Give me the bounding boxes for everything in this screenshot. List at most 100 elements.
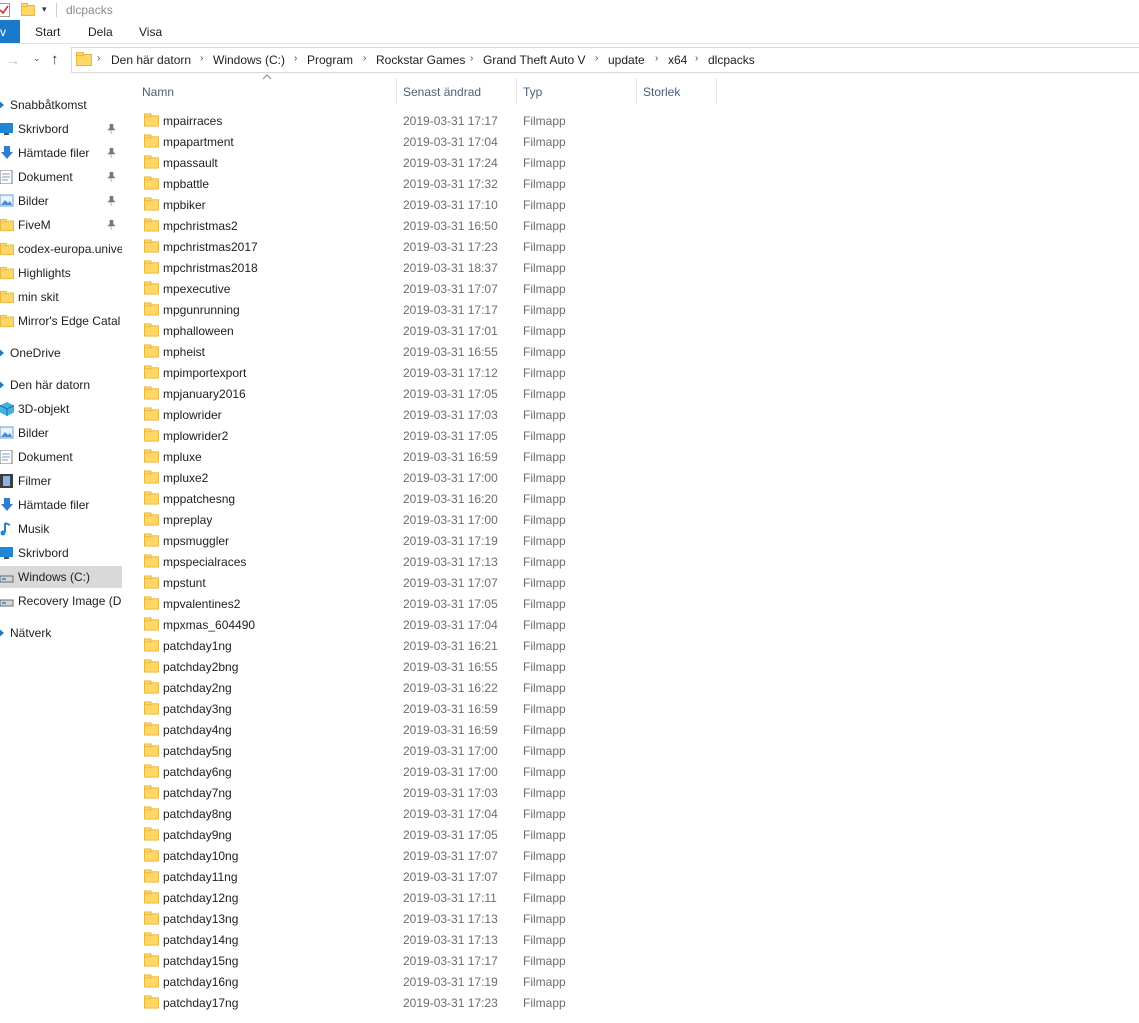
breadcrumb-chevron-icon[interactable]: › <box>695 53 698 64</box>
file-row[interactable]: patchday12ng 2019-03-31 17:11 Filmapp <box>138 887 728 908</box>
file-row[interactable]: patchday7ng 2019-03-31 17:03 Filmapp <box>138 782 728 803</box>
file-row[interactable]: mpimportexport 2019-03-31 17:12 Filmapp <box>138 362 728 383</box>
pin-icon[interactable] <box>107 123 116 134</box>
breadcrumb-item[interactable]: Rockstar Games <box>376 53 465 67</box>
file-row[interactable]: patchday2bng 2019-03-31 16:55 Filmapp <box>138 656 728 677</box>
file-row[interactable]: mpluxe2 2019-03-31 17:00 Filmapp <box>138 467 728 488</box>
breadcrumb-chevron-icon[interactable]: › <box>655 53 658 64</box>
file-row[interactable]: mplowrider2 2019-03-31 17:05 Filmapp <box>138 425 728 446</box>
file-row[interactable]: patchday2ng 2019-03-31 16:22 Filmapp <box>138 677 728 698</box>
file-row[interactable]: mpheist 2019-03-31 16:55 Filmapp <box>138 341 728 362</box>
file-row[interactable]: mpchristmas2018 2019-03-31 18:37 Filmapp <box>138 257 728 278</box>
column-header-name[interactable]: Namn <box>142 76 396 104</box>
pin-icon[interactable] <box>107 147 116 158</box>
file-row[interactable]: patchday13ng 2019-03-31 17:13 Filmapp <box>138 908 728 929</box>
file-row[interactable]: mpxmas_604490 2019-03-31 17:04 Filmapp <box>138 614 728 635</box>
file-row[interactable]: patchday16ng 2019-03-31 17:19 Filmapp <box>138 971 728 992</box>
sidebar-item[interactable]: Skrivbord <box>0 542 122 564</box>
file-row[interactable]: mpsmuggler 2019-03-31 17:19 Filmapp <box>138 530 728 551</box>
sidebar-item[interactable]: Hämtade filer <box>0 142 122 164</box>
sidebar-item[interactable]: min skit <box>0 286 122 308</box>
breadcrumb-item[interactable]: Windows (C:) <box>213 53 285 67</box>
breadcrumb-item[interactable]: Den här datorn <box>111 53 191 67</box>
sidebar-item[interactable]: Dokument <box>0 446 122 468</box>
sidebar-item[interactable]: Mirror's Edge Catal <box>0 310 122 332</box>
file-row[interactable]: patchday1ng 2019-03-31 16:21 Filmapp <box>138 635 728 656</box>
file-row[interactable]: patchday14ng 2019-03-31 17:13 Filmapp <box>138 929 728 950</box>
address-bar[interactable]: › Den här datorn › Windows (C:) › Progra… <box>71 47 1139 73</box>
pin-icon[interactable] <box>107 195 116 209</box>
file-row[interactable]: patchday17ng 2019-03-31 17:23 Filmapp <box>138 992 728 1013</box>
sidebar-item[interactable]: Filmer <box>0 470 122 492</box>
pin-icon[interactable] <box>107 219 116 233</box>
column-divider[interactable] <box>716 78 717 104</box>
breadcrumb-chevron-icon[interactable]: › <box>294 53 297 64</box>
sidebar-item[interactable]: Musik <box>0 518 122 540</box>
sidebar-item[interactable]: codex-europa.unive <box>0 238 122 260</box>
sidebar-item[interactable]: OneDrive <box>0 342 122 364</box>
file-row[interactable]: mpvalentines2 2019-03-31 17:05 Filmapp <box>138 593 728 614</box>
breadcrumb-item[interactable]: x64 <box>668 53 687 67</box>
pin-icon[interactable] <box>107 123 116 137</box>
pin-icon[interactable] <box>107 147 116 161</box>
file-row[interactable]: patchday10ng 2019-03-31 17:07 Filmapp <box>138 845 728 866</box>
sidebar-item[interactable]: Recovery Image (D: <box>0 590 122 612</box>
file-row[interactable]: mpjanuary2016 2019-03-31 17:05 Filmapp <box>138 383 728 404</box>
file-row[interactable]: mpstunt 2019-03-31 17:07 Filmapp <box>138 572 728 593</box>
sidebar-item[interactable]: 3D-objekt <box>0 398 122 420</box>
sidebar-item[interactable]: Highlights <box>0 262 122 284</box>
sidebar-item[interactable]: Hämtade filer <box>0 494 122 516</box>
file-row[interactable]: mpchristmas2017 2019-03-31 17:23 Filmapp <box>138 236 728 257</box>
column-divider[interactable] <box>396 78 397 104</box>
file-row[interactable]: mpbattle 2019-03-31 17:32 Filmapp <box>138 173 728 194</box>
breadcrumb-chevron-icon[interactable]: › <box>97 53 100 64</box>
sidebar-item[interactable]: Bilder <box>0 190 122 212</box>
breadcrumb-chevron-icon[interactable]: › <box>200 53 203 64</box>
file-row[interactable]: patchday6ng 2019-03-31 17:00 Filmapp <box>138 761 728 782</box>
file-row[interactable]: patchday11ng 2019-03-31 17:07 Filmapp <box>138 866 728 887</box>
sidebar-item[interactable]: Snabbåtkomst <box>0 94 122 116</box>
file-row[interactable]: patchday8ng 2019-03-31 17:04 Filmapp <box>138 803 728 824</box>
file-row[interactable]: mpexecutive 2019-03-31 17:07 Filmapp <box>138 278 728 299</box>
sidebar-item[interactable]: Dokument <box>0 166 122 188</box>
file-row[interactable]: mpgunrunning 2019-03-31 17:17 Filmapp <box>138 299 728 320</box>
file-row[interactable]: mphalloween 2019-03-31 17:01 Filmapp <box>138 320 728 341</box>
breadcrumb-item[interactable]: update <box>608 53 645 67</box>
sidebar-item[interactable]: FiveM <box>0 214 122 236</box>
breadcrumb-item[interactable]: Grand Theft Auto V <box>483 53 586 67</box>
column-header-type[interactable]: Typ <box>523 76 635 104</box>
tab-visa[interactable]: Visa <box>139 25 162 39</box>
up-arrow-icon[interactable]: ↑ <box>51 51 59 68</box>
file-row[interactable]: patchday3ng 2019-03-31 16:59 Filmapp <box>138 698 728 719</box>
breadcrumb-item[interactable]: dlcpacks <box>708 53 755 67</box>
pin-icon[interactable] <box>107 171 116 185</box>
tab-dela[interactable]: Dela <box>88 25 113 39</box>
file-row[interactable]: mpapartment 2019-03-31 17:04 Filmapp <box>138 131 728 152</box>
column-divider[interactable] <box>516 78 517 104</box>
pin-icon[interactable] <box>107 219 116 230</box>
file-row[interactable]: mpreplay 2019-03-31 17:00 Filmapp <box>138 509 728 530</box>
breadcrumb-item[interactable]: Program <box>307 53 353 67</box>
column-divider[interactable] <box>636 78 637 104</box>
file-row[interactable]: patchday5ng 2019-03-31 17:00 Filmapp <box>138 740 728 761</box>
column-header-size[interactable]: Storlek <box>643 76 715 104</box>
breadcrumb-chevron-icon[interactable]: › <box>595 53 598 64</box>
file-row[interactable]: patchday15ng 2019-03-31 17:17 Filmapp <box>138 950 728 971</box>
sidebar-item[interactable]: Den här datorn <box>0 374 122 396</box>
sidebar-item[interactable]: Nätverk <box>0 622 122 644</box>
file-row[interactable]: mpbiker 2019-03-31 17:10 Filmapp <box>138 194 728 215</box>
tab-file[interactable]: v <box>0 20 20 43</box>
pin-icon[interactable] <box>107 171 116 182</box>
file-row[interactable]: mpspecialraces 2019-03-31 17:13 Filmapp <box>138 551 728 572</box>
breadcrumb-chevron-icon[interactable]: › <box>363 53 366 64</box>
sidebar-item[interactable]: Skrivbord <box>0 118 122 140</box>
customize-toolbar-icon[interactable]: ▾ <box>42 4 47 15</box>
properties-icon[interactable] <box>0 3 10 17</box>
pin-icon[interactable] <box>107 195 116 206</box>
sidebar-item[interactable]: Windows (C:) <box>0 566 122 588</box>
file-row[interactable]: mpairraces 2019-03-31 17:17 Filmapp <box>138 110 728 131</box>
sidebar-item[interactable]: Bilder <box>0 422 122 444</box>
column-header-date[interactable]: Senast ändrad <box>403 76 515 104</box>
file-row[interactable]: mppatchesng 2019-03-31 16:20 Filmapp <box>138 488 728 509</box>
back-arrow-icon[interactable]: → <box>6 52 20 68</box>
